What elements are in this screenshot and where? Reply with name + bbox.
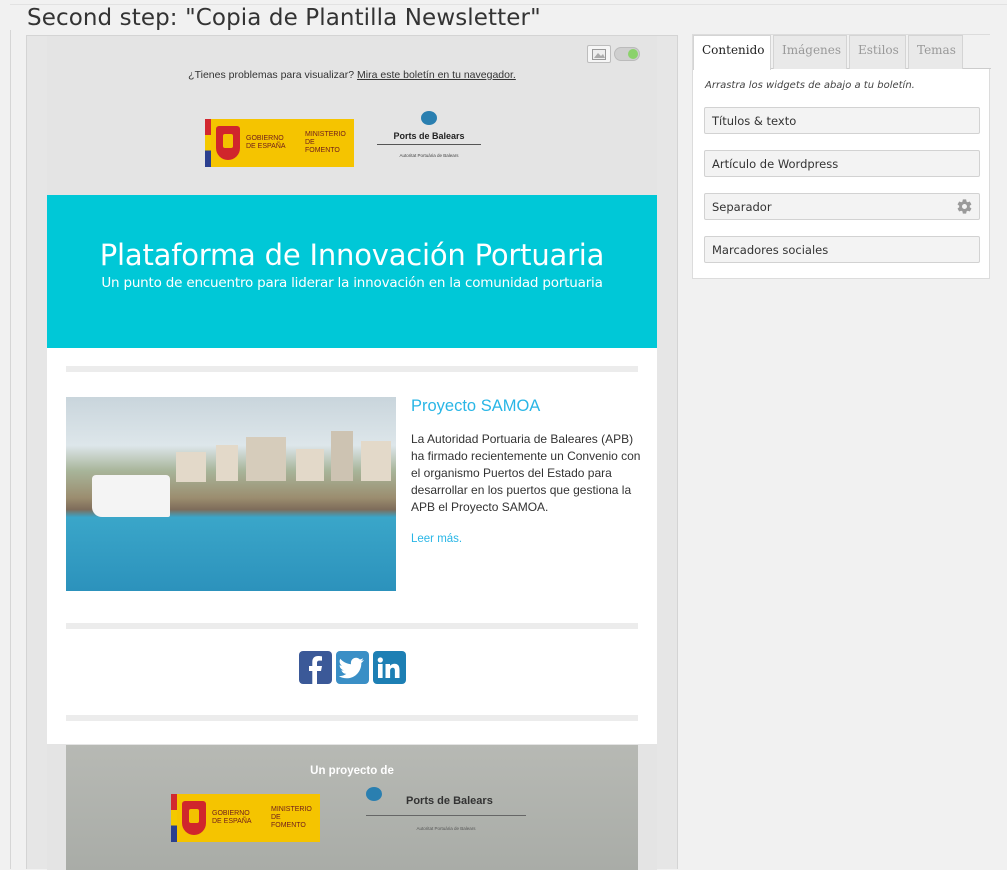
gov-logo-line2: Ministerio de Fomento [305, 131, 346, 154]
tab-estilos[interactable]: Estilos [849, 35, 906, 69]
footer-label: Un proyecto de [310, 765, 394, 777]
ports-logo-name: Ports de Balears [393, 131, 465, 141]
image-toggle-control[interactable] [587, 45, 640, 63]
image-icon[interactable] [587, 45, 611, 63]
widget-marcadores-sociales[interactable]: Marcadores sociales [704, 236, 980, 263]
drag-hint: Arrastra los widgets de abajo a tu bolet… [705, 80, 915, 91]
hero-banner[interactable]: Plataforma de Innovación Portuaria Un pu… [47, 195, 657, 348]
content-block: Proyecto SAMOA La Autoridad Portuaria de… [47, 348, 657, 744]
newsletter-editor: ¿Tienes problemas para visualizar? Mira … [26, 35, 678, 870]
twitter-icon[interactable] [335, 651, 369, 684]
coat-of-arms-icon [216, 126, 240, 160]
footer-gov-line1: Gobierno de España [212, 810, 252, 825]
divider[interactable] [66, 366, 638, 372]
ports-logo: Ports de Balears Autoritat Portuària de … [377, 111, 481, 158]
tab-temas[interactable]: Temas [908, 35, 963, 69]
toggle-switch[interactable] [614, 47, 640, 61]
article-body: La Autoridad Portuaria de Baleares (APB)… [411, 432, 641, 514]
view-online-link[interactable]: Mira este boletín en tu navegador. [357, 69, 516, 81]
widget-titulos-texto[interactable]: Títulos & texto [704, 107, 980, 134]
divider[interactable] [66, 715, 638, 721]
ports-logo-sub: Autoritat Portuària de Balears [399, 153, 459, 158]
widget-articulo-wordpress[interactable]: Artículo de Wordpress [704, 150, 980, 177]
footer-gov-line2: Ministerio de Fomento [271, 806, 312, 829]
tab-imagenes[interactable]: Imágenes [773, 35, 847, 69]
facebook-icon[interactable] [298, 651, 332, 684]
newsletter-canvas: ¿Tienes problemas para visualizar? Mira … [47, 36, 657, 870]
page-title: Second step: "Copia de Plantilla Newslet… [27, 5, 541, 31]
article-title[interactable]: Proyecto SAMOA [411, 397, 540, 416]
view-online-notice: ¿Tienes problemas para visualizar? Mira … [47, 69, 657, 81]
footer-gov-logo: Gobierno de España Ministerio de Fomento [171, 794, 320, 842]
read-more-link[interactable]: Leer más. [411, 533, 462, 545]
panel-tabs: Contenido Imágenes Estilos Temas [693, 35, 991, 70]
divider[interactable] [66, 623, 638, 629]
linkedin-icon[interactable] [372, 651, 406, 684]
coat-of-arms-icon [182, 801, 206, 835]
hero-subtitle: Un punto de encuentro para liderar la in… [101, 275, 603, 291]
ports-emblem-icon [366, 787, 382, 801]
footer-ports-sub: Autoritat Portuària de Balears [416, 826, 476, 831]
social-links [47, 651, 657, 684]
widget-separador-label: Separador [712, 200, 772, 214]
view-online-text: ¿Tienes problemas para visualizar? [188, 69, 358, 81]
footer-ports-logo: Ports de Balears Autoritat Portuària de … [366, 787, 526, 831]
left-border [10, 30, 11, 869]
footer-ports-name: Ports de Balears [406, 795, 493, 807]
article-image[interactable] [66, 397, 396, 591]
ports-emblem-icon [421, 111, 437, 125]
widgets-panel: Contenido Imágenes Estilos Temas Arrastr… [692, 34, 991, 279]
hero-title: Plataforma de Innovación Portuaria [99, 238, 605, 272]
widget-separador[interactable]: Separador [704, 193, 980, 220]
gear-icon[interactable] [956, 198, 973, 218]
gov-logo-line1: Gobierno de España [246, 135, 286, 150]
footer-block[interactable]: Un proyecto de Gobierno de España Minist… [66, 745, 638, 870]
tab-contenido[interactable]: Contenido [693, 35, 771, 70]
gov-logo: Gobierno de España Ministerio de Fomento [205, 119, 354, 167]
